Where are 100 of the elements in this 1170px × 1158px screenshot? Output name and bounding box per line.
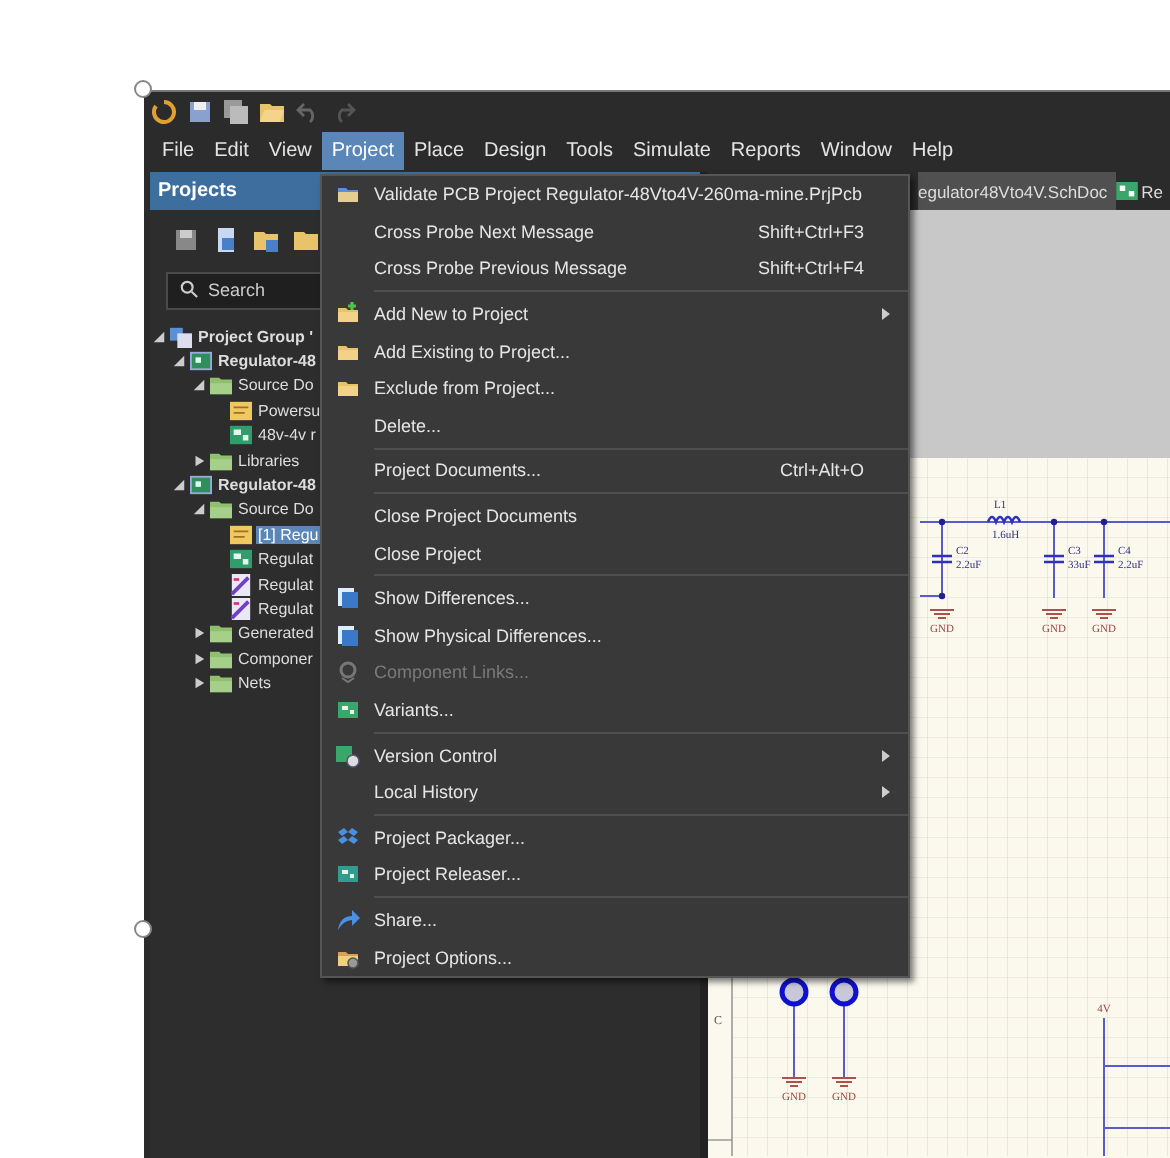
menu-option[interactable]: Local History [322, 773, 908, 811]
capacitor-symbol [1092, 554, 1116, 564]
menu-item[interactable]: Edit [204, 132, 259, 170]
pcb-icon [230, 424, 252, 447]
folder-icon [210, 672, 232, 695]
ground-symbol [781, 1077, 807, 1087]
collapsed-arrow-icon[interactable] [192, 626, 206, 641]
folder-icon [336, 376, 360, 401]
ground-symbol [929, 609, 955, 619]
save-icon[interactable] [188, 99, 212, 123]
folder-icon [210, 622, 232, 645]
menu-option[interactable]: Add Existing to Project... [322, 332, 908, 370]
junction-dot [938, 592, 946, 600]
menu-item[interactable]: Design [474, 132, 557, 170]
tree-item[interactable]: 48v-4v r [256, 426, 318, 445]
inductor-symbol [986, 515, 1022, 524]
app-logo-icon[interactable] [152, 99, 176, 123]
folder-icon[interactable] [294, 228, 318, 252]
menu-option[interactable]: Variants... [322, 691, 908, 729]
expanded-arrow-icon[interactable] [192, 378, 206, 393]
menu-option[interactable]: Cross Probe Previous Message Shift+Ctrl+F4 [322, 250, 908, 288]
collapsed-arrow-icon[interactable] [192, 651, 206, 666]
schematic-doc-icon [1115, 182, 1138, 200]
menu-option[interactable]: Exclude from Project... [322, 369, 908, 408]
project-icon [190, 350, 212, 373]
menu-option[interactable]: Project Documents... Ctrl+Alt+O [322, 452, 908, 490]
expanded-arrow-icon[interactable] [172, 478, 186, 493]
resize-handle[interactable] [134, 920, 152, 938]
collapsed-arrow-icon[interactable] [192, 676, 206, 691]
menu-option[interactable]: Project Releaser... [322, 856, 908, 894]
menu-option[interactable]: Close Project Documents [322, 497, 908, 535]
menu-option[interactable]: Delete... [322, 407, 908, 445]
folder-icon [210, 647, 232, 670]
schematic-icon [230, 523, 252, 546]
menu-option[interactable]: Show Differences... [322, 579, 908, 618]
save-all-icon[interactable] [224, 99, 248, 123]
document-tab[interactable]: egulator48Vto4V.SchDoc [918, 172, 1116, 210]
junction-dot [1050, 518, 1058, 526]
menu-item[interactable]: Simulate [623, 132, 721, 170]
resize-handle[interactable] [134, 80, 152, 98]
menu-item[interactable]: Reports [720, 132, 811, 170]
menu-item[interactable]: File [152, 132, 205, 170]
expanded-arrow-icon[interactable] [172, 354, 186, 369]
menu-item[interactable]: Tools [556, 132, 623, 170]
board-icon [336, 698, 360, 723]
menu-option[interactable]: Show Physical Differences... [322, 617, 908, 655]
menu-option[interactable]: Add New to Project [322, 295, 908, 333]
project-group-icon [170, 325, 192, 348]
open-folder-icon[interactable] [260, 99, 284, 123]
harness-icon [230, 573, 252, 596]
tree-item[interactable]: Regulator-48 [216, 352, 318, 371]
box-icon [336, 825, 360, 850]
tree-item[interactable]: Regulator-48 [216, 476, 318, 495]
menu-item[interactable]: Place [403, 132, 474, 170]
schematic-icon [230, 399, 252, 422]
compare-icon [336, 623, 360, 648]
tree-item[interactable]: Source Do [236, 376, 316, 395]
tree-item[interactable]: Regulat [256, 575, 316, 594]
tree-item[interactable]: Nets [236, 674, 273, 693]
menu-option[interactable]: Version Control [322, 736, 908, 774]
share-icon [336, 907, 360, 932]
compare-icon [336, 586, 360, 611]
menu-option[interactable]: Project Options... [322, 938, 908, 976]
menu-item[interactable]: Help [902, 132, 964, 170]
tree-item[interactable]: Powersu [256, 401, 323, 420]
menu-item[interactable]: Project [321, 132, 404, 170]
menu-item[interactable]: View [258, 132, 322, 170]
capacitor-symbol [1042, 554, 1066, 564]
tree-item[interactable]: Generated [236, 624, 316, 643]
menu-option[interactable]: Close Project [322, 534, 908, 572]
undo-icon[interactable] [296, 99, 320, 123]
tree-item[interactable]: Source Do [236, 500, 316, 519]
document-icon[interactable] [214, 228, 238, 252]
expanded-arrow-icon[interactable] [192, 502, 206, 517]
pad-symbol [779, 977, 809, 1007]
tree-item[interactable]: Regulat [256, 599, 316, 618]
tree-item[interactable]: Libraries [236, 451, 302, 470]
menu-option[interactable]: Cross Probe Next Message Shift+Ctrl+F3 [322, 213, 908, 251]
tree-item[interactable]: [1] Regu [256, 525, 321, 544]
folder-icon [210, 498, 232, 521]
folder-icon[interactable] [254, 228, 278, 252]
ground-symbol [1041, 609, 1067, 619]
folder-add-icon [336, 302, 360, 327]
tree-item[interactable]: Componer [236, 649, 315, 668]
pad-symbol [829, 977, 859, 1007]
project-icon [190, 474, 212, 497]
pcb-icon [230, 548, 252, 571]
menu-item[interactable]: Window [810, 132, 902, 170]
menu-option[interactable]: Project Packager... [322, 819, 908, 857]
harness-icon [230, 597, 252, 620]
capacitor-symbol [930, 554, 954, 564]
menu-option[interactable]: Share... [322, 901, 908, 939]
collapsed-arrow-icon[interactable] [192, 453, 206, 468]
wire [793, 1005, 795, 1079]
tree-item[interactable]: Regulat [256, 550, 316, 569]
wire [843, 1005, 845, 1079]
tree-item[interactable]: Project Group ' [196, 327, 315, 346]
save-icon[interactable] [174, 228, 198, 252]
release-icon [336, 862, 360, 887]
expanded-arrow-icon[interactable] [152, 329, 166, 344]
